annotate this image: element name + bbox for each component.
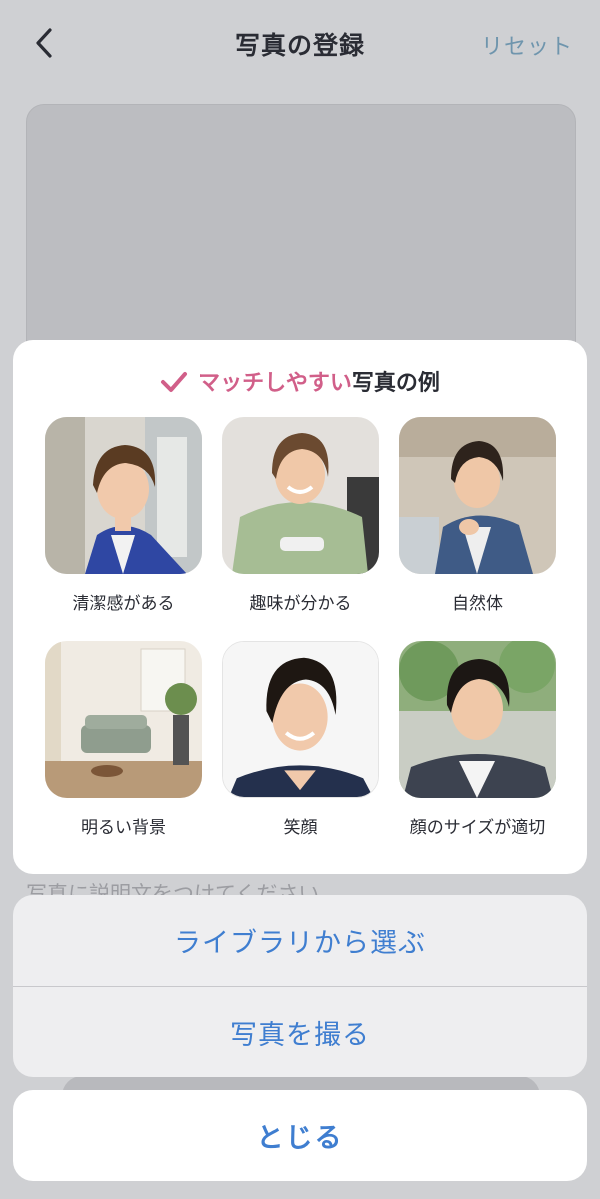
example-photo-natural [399,417,556,574]
navigation-bar: 写真の登録 リセット [0,0,600,90]
close-button[interactable]: とじる [13,1090,587,1181]
example-photo-bright-background [45,641,202,798]
action-sheet: ライブラリから選ぶ 写真を撮る [13,895,587,1077]
take-photo-button[interactable]: 写真を撮る [13,987,587,1077]
check-icon [160,371,188,399]
example-photo-clean [45,417,202,574]
examples-title-rest: 写真の例 [351,371,440,396]
example-label: 笑顔 [283,818,318,838]
example-item: 顔のサイズが適切 [399,641,556,838]
example-label: 趣味が分かる [249,594,352,614]
example-item: 清潔感がある [45,417,202,614]
example-label: 自然体 [452,594,503,614]
example-photo-smile [222,641,379,798]
example-photo-face-size [399,641,556,798]
example-item: 笑顔 [222,641,379,838]
example-item: 明るい背景 [45,641,202,838]
example-label: 明るい背景 [81,818,166,838]
photo-examples-card: マッチしやすい写真の例 清潔感がある 趣味が分かる 自然体 明るい背景 笑顔 顔… [13,340,587,874]
examples-grid: 清潔感がある 趣味が分かる 自然体 明るい背景 笑顔 顔のサイズが適切 [45,417,557,838]
choose-from-library-button[interactable]: ライブラリから選ぶ [13,895,587,986]
examples-title-highlight: マッチしやすい [198,371,352,396]
example-photo-hobby [222,417,379,574]
example-label: 清潔感がある [72,594,175,614]
examples-title: マッチしやすい写真の例 [13,365,587,399]
example-label: 顔のサイズが適切 [409,818,546,838]
example-item: 趣味が分かる [222,417,379,614]
example-item: 自然体 [399,417,556,614]
reset-button[interactable]: リセット [481,29,573,61]
